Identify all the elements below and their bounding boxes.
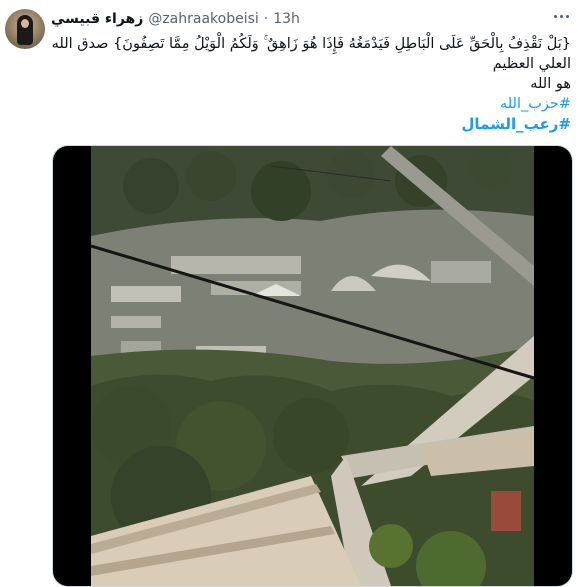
- avatar-face: [21, 19, 29, 28]
- more-horizontal-icon-dot: [559, 14, 563, 18]
- tweet-text-verse: {بَلْ نَقْذِفُ بِالْحَقِّ عَلَى الْبَاطِ…: [51, 36, 571, 72]
- tweet-header: زهراء قبيسي @zahraakobeisi · 13h: [51, 9, 300, 29]
- tweet-media-video[interactable]: [52, 145, 573, 587]
- tweet: زهراء قبيسي @zahraakobeisi · 13h {بَلْ ن…: [0, 0, 587, 587]
- display-name[interactable]: زهراء قبيسي: [51, 11, 143, 27]
- hashtag-link[interactable]: #حزب_الله: [51, 94, 571, 114]
- user-handle[interactable]: @zahraakobeisi: [148, 11, 258, 27]
- tweet-text: {بَلْ نَقْذِفُ بِالْحَقِّ عَلَى الْبَاطِ…: [51, 34, 571, 134]
- more-options-button[interactable]: [549, 6, 573, 26]
- timestamp[interactable]: 13h: [273, 11, 300, 27]
- more-horizontal-icon: [553, 14, 557, 18]
- separator-dot: ·: [263, 11, 269, 27]
- more-horizontal-icon-dot: [565, 14, 569, 18]
- video-frame: [91, 146, 534, 586]
- tweet-text-line: هو الله: [530, 76, 571, 92]
- hashtag-link[interactable]: #رعب_الشمال: [51, 114, 571, 134]
- video-scene: [91, 146, 534, 586]
- avatar[interactable]: [5, 9, 45, 49]
